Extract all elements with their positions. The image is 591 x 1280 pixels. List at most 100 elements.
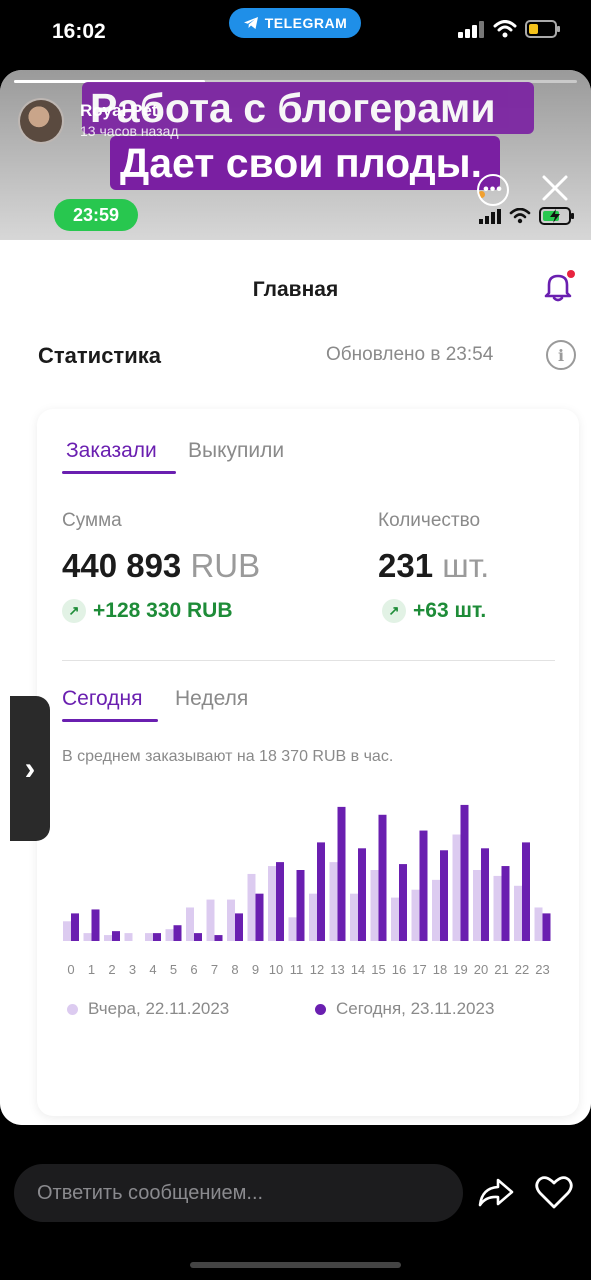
wifi-icon	[493, 20, 517, 38]
bar-today-1	[91, 909, 100, 941]
legend-yesterday: Вчера, 22.11.2023	[67, 999, 229, 1019]
inner-battery-charging-icon	[539, 207, 574, 225]
bar-today-6	[194, 933, 202, 941]
x-tick-label: 22	[515, 962, 529, 977]
sum-delta-text: +128 330 RUB	[93, 599, 233, 622]
bar-yesterday-10	[268, 866, 276, 941]
x-tick-label: 0	[67, 962, 74, 977]
x-tick-label: 12	[310, 962, 324, 977]
close-icon[interactable]	[537, 170, 573, 206]
quantity-amount: 231	[378, 547, 434, 584]
x-tick-label: 3	[129, 962, 136, 977]
story-caption-line2: Дает свои плоды.	[110, 136, 500, 190]
bar-today-22	[522, 842, 530, 941]
bar-today-18	[440, 850, 448, 941]
bar-today-20	[481, 848, 489, 941]
bar-yesterday-2	[104, 935, 112, 941]
bar-yesterday-4	[145, 933, 153, 941]
x-tick-label: 7	[211, 962, 218, 977]
x-tick-label: 15	[371, 962, 385, 977]
x-tick-label: 10	[269, 962, 283, 977]
trend-up-icon: ↗	[382, 599, 406, 623]
legend-today-dot	[315, 1003, 326, 1015]
bar-today-17	[419, 830, 428, 941]
bar-today-16	[399, 864, 407, 941]
bar-yesterday-19	[452, 834, 461, 941]
info-icon[interactable]: i	[546, 340, 576, 370]
tab-bought-out[interactable]: Выкупили	[188, 439, 284, 463]
x-tick-label: 23	[535, 962, 549, 977]
system-status-icons	[458, 20, 561, 38]
bar-yesterday-6	[186, 907, 194, 941]
sum-delta: ↗ +128 330 RUB	[62, 599, 233, 623]
source-app-label: TELEGRAM	[264, 15, 348, 31]
bar-today-13	[337, 806, 346, 941]
bar-today-21	[501, 866, 510, 941]
bar-today-7	[214, 935, 223, 941]
bar-yesterday-1	[83, 933, 92, 941]
page-title: Главная	[252, 278, 339, 301]
notification-bell-icon[interactable]	[540, 268, 576, 304]
battery-icon	[525, 20, 560, 38]
bar-yesterday-20	[473, 870, 481, 941]
bar-today-23	[542, 913, 551, 941]
bar-yesterday-21	[493, 875, 502, 941]
statistics-card: Заказали Выкупили Сумма 440 893 RUB ↗ +1…	[37, 409, 579, 1116]
average-note: В среднем заказывают на 18 370 RUB в час…	[62, 748, 394, 765]
x-tick-label: 8	[231, 962, 238, 977]
tab-today[interactable]: Сегодня	[62, 687, 142, 711]
bar-yesterday-9	[247, 873, 256, 941]
bar-yesterday-3	[124, 933, 133, 941]
bar-yesterday-13	[329, 862, 338, 941]
bar-today-4	[153, 933, 161, 941]
sum-label: Сумма	[62, 510, 122, 531]
heart-icon[interactable]	[534, 1173, 574, 1211]
telegram-source-pill[interactable]: TELEGRAM	[229, 8, 361, 38]
x-tick-label: 1	[88, 962, 95, 977]
phone-screen: 16:02 TELEGRAM Работа с блогерами Дает с…	[0, 0, 591, 1280]
x-tick-label: 19	[453, 962, 467, 977]
quantity-value: 231 шт.	[378, 547, 489, 585]
bar-yesterday-0	[63, 921, 71, 941]
inner-wifi-icon	[509, 208, 531, 224]
card-divider	[62, 660, 555, 661]
share-icon[interactable]	[477, 1174, 515, 1210]
sum-amount: 440 893	[62, 547, 182, 584]
tab-week[interactable]: Неделя	[175, 687, 248, 711]
bar-yesterday-8	[227, 899, 235, 941]
bar-today-14	[358, 848, 366, 941]
updated-timestamp: Обновлено в 23:54	[326, 344, 494, 365]
quantity-delta-text: +63 шт.	[413, 599, 487, 622]
story-posted-ago: 13 часов назад	[80, 123, 179, 139]
legend-today-label: Сегодня, 23.11.2023	[336, 999, 495, 1018]
reply-input[interactable]: Ответить сообщением...	[14, 1164, 463, 1222]
tab-ordered[interactable]: Заказали	[66, 439, 157, 463]
story-card[interactable]: Работа с блогерами Дает свои плоды. Roya…	[0, 70, 591, 1125]
bar-yesterday-22	[514, 885, 522, 941]
statistics-heading: Статистика	[38, 343, 161, 368]
home-indicator	[190, 1262, 401, 1268]
story-author[interactable]: Royal Pet	[80, 101, 157, 121]
bar-yesterday-23	[534, 907, 543, 941]
x-tick-label: 5	[170, 962, 177, 977]
x-tick-label: 21	[494, 962, 508, 977]
x-tick-label: 6	[190, 962, 197, 977]
author-avatar[interactable]	[18, 98, 64, 144]
story-screenshot: 23:59 Главная Статистика Обновлено в 23:…	[0, 199, 591, 1125]
x-tick-label: 20	[474, 962, 488, 977]
bar-yesterday-7	[206, 899, 215, 941]
bar-today-19	[460, 804, 469, 941]
bar-today-0	[71, 913, 79, 941]
system-time: 16:02	[52, 20, 106, 43]
bar-today-15	[378, 814, 387, 941]
hourly-orders-chart: 0 1 2 3 4 5 6 7 8 9 10 11 12 13 14 15 16 17 18 19 20 21 22 23	[63, 804, 551, 977]
side-expand-handle[interactable]: ›	[10, 696, 50, 841]
more-options-button[interactable]: •••	[477, 174, 509, 206]
bar-yesterday-16	[391, 897, 399, 941]
x-tick-label: 9	[252, 962, 259, 977]
x-tick-label: 14	[351, 962, 365, 977]
x-tick-label: 16	[392, 962, 406, 977]
bar-yesterday-14	[350, 893, 358, 941]
bar-today-8	[235, 913, 243, 941]
quantity-delta: ↗ +63 шт.	[382, 599, 486, 623]
